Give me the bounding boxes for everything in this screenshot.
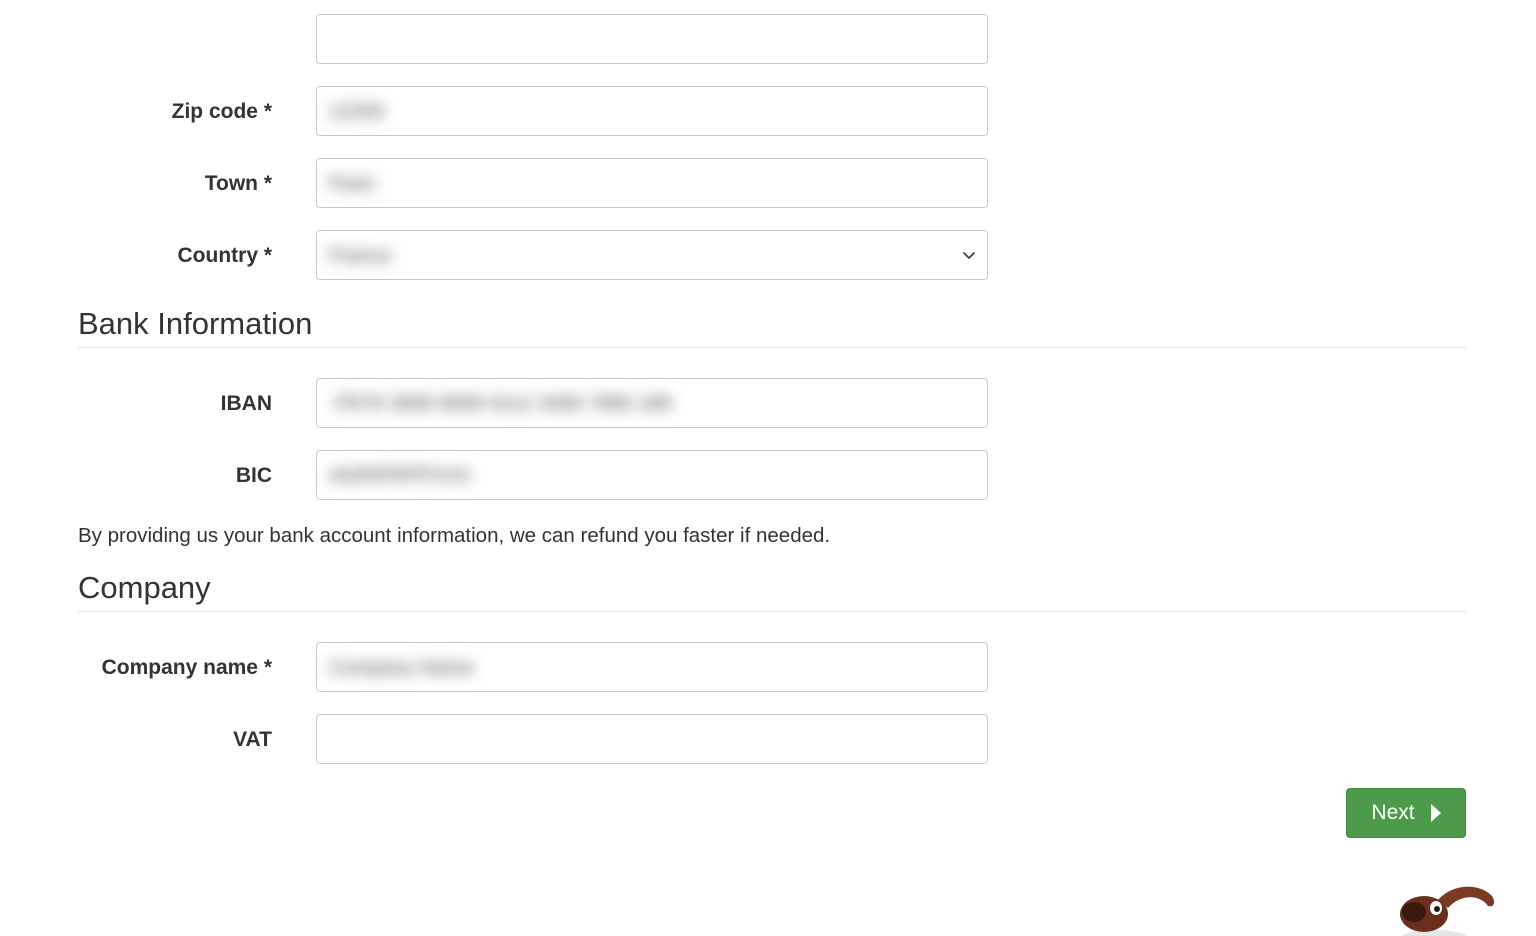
registration-form-page: Zip code * 12345 Town * Paris Country * … — [0, 0, 1536, 936]
zip-code-label: Zip code * — [171, 100, 272, 123]
company-name-input[interactable]: Company Name — [316, 642, 988, 692]
country-row: Country * France — [0, 230, 1536, 282]
town-label: Town * — [204, 172, 272, 195]
country-select[interactable]: France — [316, 230, 988, 280]
zip-code-row: Zip code * 12345 — [0, 86, 1536, 138]
bic-label: BIC — [235, 464, 272, 487]
caret-right-icon — [1430, 804, 1441, 822]
town-row: Town * Paris — [0, 158, 1536, 210]
town-input[interactable]: Paris — [316, 158, 988, 208]
vat-label: VAT — [233, 728, 272, 751]
country-value: France — [329, 245, 392, 267]
company-section-title: Company — [78, 570, 211, 605]
mascot-dog-icon — [1400, 886, 1495, 936]
zip-code-value: 12345 — [329, 101, 385, 123]
bank-section-title: Bank Information — [78, 306, 313, 341]
bank-section-divider — [78, 347, 1466, 348]
country-label: Country * — [177, 244, 273, 267]
company-name-value: Company Name — [329, 657, 474, 679]
iban-label: IBAN — [220, 392, 272, 415]
next-button[interactable]: Next — [1346, 788, 1466, 838]
address-line-input[interactable] — [316, 14, 988, 64]
address-line-row — [0, 14, 1536, 66]
vat-row: VAT — [0, 714, 1536, 766]
bic-row: BIC AGRIFRPPXXX — [0, 450, 1536, 502]
next-button-label: Next — [1371, 801, 1415, 824]
chevron-down-icon — [963, 252, 975, 259]
vat-input[interactable] — [316, 714, 988, 764]
bic-value: AGRIFRPPXXX — [329, 465, 472, 487]
bic-input[interactable]: AGRIFRPPXXX — [316, 450, 988, 500]
company-name-label: Company name * — [101, 656, 272, 679]
iban-input[interactable]: FR76 3000 6000 0112 3456 7890 189 — [316, 378, 988, 428]
company-section-divider — [78, 611, 1466, 612]
iban-row: IBAN FR76 3000 6000 0112 3456 7890 189 — [0, 378, 1536, 430]
bank-info-note: By providing us your bank account inform… — [78, 524, 831, 547]
zip-code-input[interactable]: 12345 — [316, 86, 988, 136]
iban-value: FR76 3000 6000 0112 3456 7890 189 — [335, 393, 672, 415]
town-value: Paris — [329, 173, 375, 195]
company-name-row: Company name * Company Name — [0, 642, 1536, 694]
